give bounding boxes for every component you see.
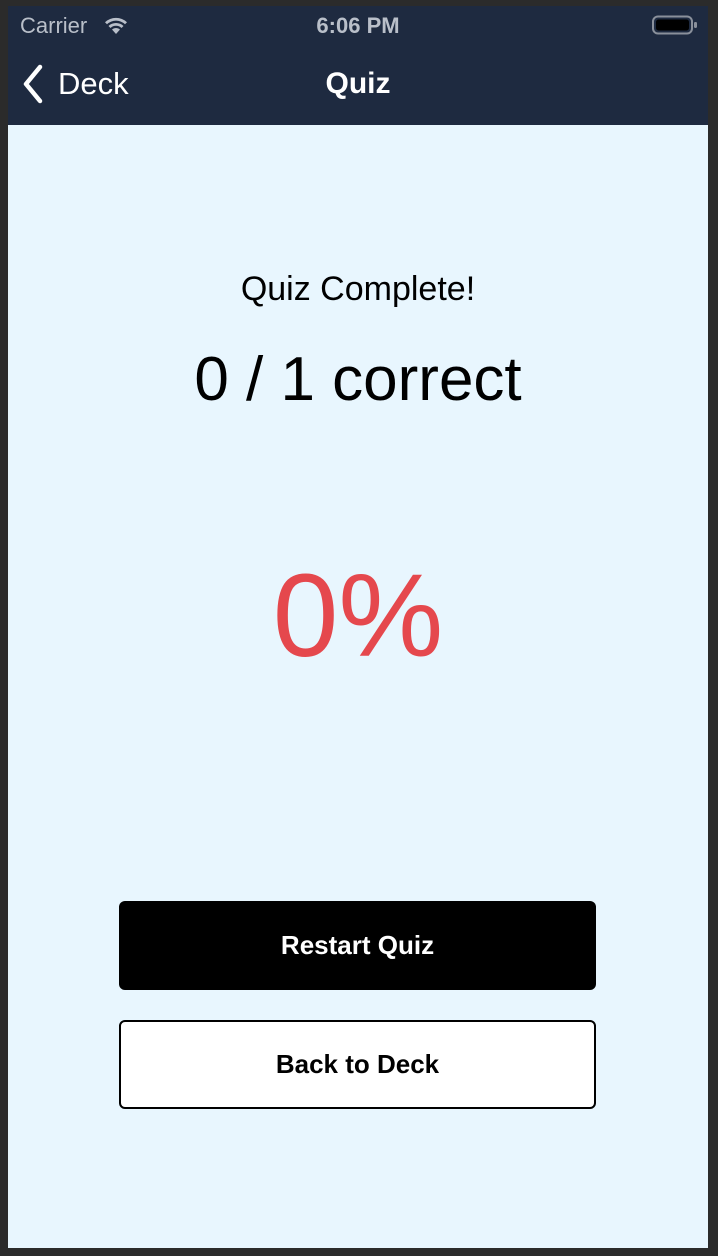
status-bar: Carrier 6:06 PM [8, 6, 708, 46]
navigation-bar: Deck Quiz [8, 46, 708, 125]
restart-quiz-label: Restart Quiz [280, 930, 435, 960]
app-screen: Carrier 6:06 PM Deck Quiz Quiz Complete!… [8, 6, 708, 1248]
back-to-deck-button[interactable]: Back to Deck [119, 1020, 596, 1109]
back-to-deck-label: Back to Deck [275, 1049, 440, 1079]
battery-icon [652, 15, 697, 35]
status-time: 6:06 PM [316, 13, 400, 38]
header: Carrier 6:06 PM Deck Quiz [8, 6, 708, 125]
score-percentage: 0% [272, 550, 444, 682]
score-text: 0 / 1 correct [194, 345, 522, 414]
page-title: Quiz [325, 67, 391, 100]
quiz-complete-heading: Quiz Complete! [240, 270, 476, 308]
restart-quiz-button[interactable]: Restart Quiz [119, 901, 596, 990]
